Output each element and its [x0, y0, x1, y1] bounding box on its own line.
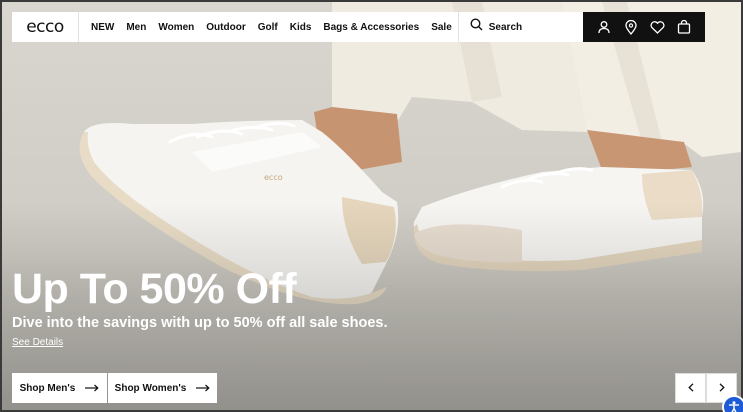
- nav-item-golf[interactable]: Golf: [258, 22, 278, 33]
- wishlist-icon[interactable]: [647, 17, 667, 37]
- search-label: Search: [488, 21, 523, 33]
- shop-mens-button[interactable]: Shop Men's: [12, 373, 107, 403]
- see-details-link[interactable]: See Details: [12, 337, 63, 348]
- shop-womens-label: Shop Women's: [114, 382, 187, 394]
- nav-item-new[interactable]: NEW: [91, 22, 114, 33]
- nav-item-kids[interactable]: Kids: [290, 22, 312, 33]
- bag-icon[interactable]: [674, 17, 694, 37]
- hero-banner[interactable]: ecco: [2, 2, 741, 410]
- main-menu: NEW Men Women Outdoor Golf Kids Bags & A…: [79, 12, 458, 42]
- nav-item-sale[interactable]: Sale: [431, 22, 452, 33]
- top-navigation: ecco NEW Men Women Outdoor Golf Kids Bag…: [12, 12, 705, 42]
- store-locator-icon[interactable]: [621, 17, 641, 37]
- carousel-prev-button[interactable]: [675, 373, 706, 403]
- shop-mens-label: Shop Men's: [19, 382, 76, 394]
- ecco-logo[interactable]: ecco: [12, 12, 79, 42]
- shoe-logo: ecco: [264, 173, 283, 182]
- accessibility-icon: [728, 400, 740, 412]
- hero-headline: Up To 50% Off: [12, 265, 297, 313]
- shop-womens-button[interactable]: Shop Women's: [108, 373, 217, 403]
- accessibility-widget-button[interactable]: [722, 395, 743, 412]
- account-icon[interactable]: [594, 17, 614, 37]
- search-button[interactable]: Search: [458, 12, 583, 42]
- chevron-right-icon: [719, 379, 725, 397]
- search-icon: [470, 18, 483, 36]
- chevron-left-icon: [687, 379, 694, 397]
- utility-icons: [582, 12, 705, 42]
- page-frame: ecco ecco NEW Men Women Outdoor Golf Kid…: [0, 0, 743, 412]
- arrow-right-icon: [196, 384, 211, 392]
- hero-subheadline: Dive into the savings with up to 50% off…: [12, 315, 388, 331]
- nav-item-women[interactable]: Women: [158, 22, 194, 33]
- nav-item-bags-accessories[interactable]: Bags & Accessories: [323, 22, 419, 33]
- nav-main: ecco NEW Men Women Outdoor Golf Kids Bag…: [12, 12, 459, 42]
- nav-item-outdoor[interactable]: Outdoor: [206, 22, 245, 33]
- nav-item-men[interactable]: Men: [126, 22, 146, 33]
- arrow-right-icon: [85, 384, 100, 392]
